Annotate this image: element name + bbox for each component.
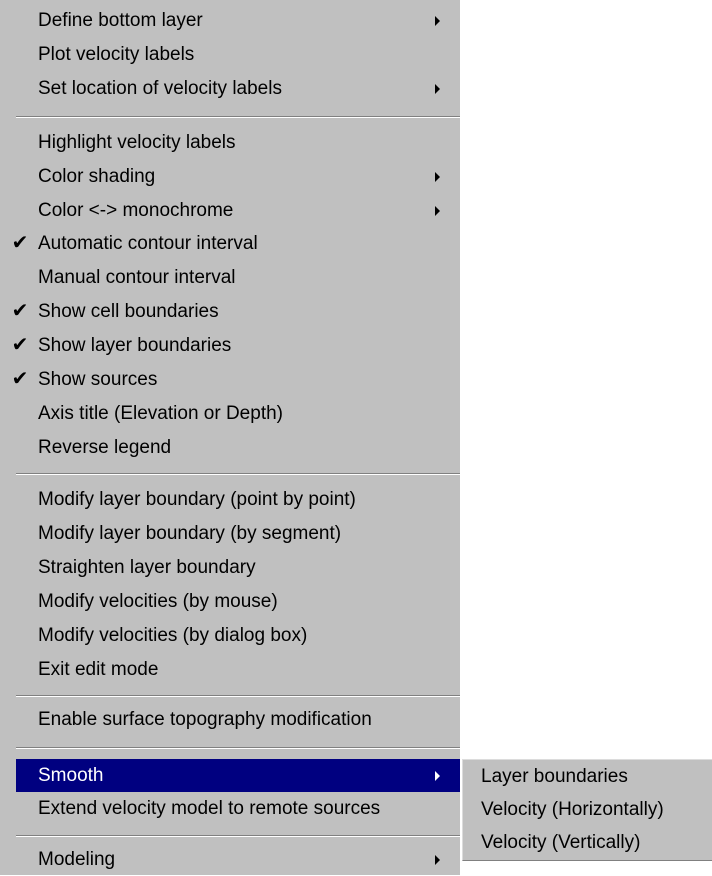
menu-item-modify-velocities-dialog[interactable]: Modify velocities (by dialog box)	[0, 619, 460, 652]
submenu-arrow-icon	[435, 206, 440, 216]
menu-item-set-location-velocity-labels[interactable]: Set location of velocity labels	[0, 72, 460, 105]
menu-item-modify-layer-boundary-point[interactable]: Modify layer boundary (point by point)	[0, 483, 460, 516]
menu-item-label: Modify velocities (by mouse)	[38, 591, 278, 612]
menu-item-label: Reverse legend	[38, 437, 172, 458]
smooth-submenu: Layer boundaries Velocity (Horizontally)…	[462, 759, 712, 861]
check-icon: ✔	[11, 232, 29, 254]
menu-item-label: Plot velocity labels	[38, 44, 195, 65]
menu-item-label: Smooth	[38, 765, 104, 786]
menu-item-label: Show sources	[38, 369, 158, 390]
menu-item-label: Define bottom layer	[38, 10, 203, 31]
menu-separator	[16, 473, 460, 475]
menu-item-label: Axis title (Elevation or Depth)	[38, 403, 283, 424]
menu-item-label: Set location of velocity labels	[38, 78, 282, 99]
menu-item-label: Modify layer boundary (point by point)	[38, 489, 356, 510]
submenu-arrow-icon	[435, 84, 440, 94]
menu-item-straighten-layer-boundary[interactable]: Straighten layer boundary	[0, 551, 460, 584]
menu-item-label: Straighten layer boundary	[38, 557, 256, 578]
menu-separator	[16, 695, 460, 697]
menu-item-label: Modify velocities (by dialog box)	[38, 625, 308, 646]
menu-item-label: Extend velocity model to remote sources	[38, 798, 381, 819]
submenu-item-label: Velocity (Vertically)	[481, 832, 641, 853]
check-icon: ✔	[11, 300, 29, 322]
submenu-arrow-icon	[435, 771, 440, 781]
check-icon: ✔	[11, 368, 29, 390]
submenu-item-layer-boundaries[interactable]: Layer boundaries	[463, 760, 711, 794]
menu-item-highlight-velocity-labels[interactable]: Highlight velocity labels	[0, 126, 460, 159]
menu-item-label: Modeling	[38, 849, 116, 870]
menu-item-reverse-legend[interactable]: Reverse legend	[0, 431, 460, 464]
menu-separator	[16, 835, 460, 837]
menu-item-label: Automatic contour interval	[38, 233, 258, 254]
menu-separator	[16, 116, 460, 118]
menu-item-label: Exit edit mode	[38, 659, 159, 680]
menu-item-show-layer-boundaries[interactable]: ✔ Show layer boundaries	[0, 329, 460, 362]
submenu-item-velocity-horizontally[interactable]: Velocity (Horizontally)	[463, 793, 711, 827]
menu-item-label: Highlight velocity labels	[38, 132, 236, 153]
menu-item-show-sources[interactable]: ✔ Show sources	[0, 363, 460, 396]
submenu-arrow-icon	[435, 855, 440, 865]
menu-item-color-monochrome[interactable]: Color <-> monochrome	[0, 194, 460, 227]
menu-item-enable-surface-topography[interactable]: Enable surface topography modification	[0, 703, 460, 736]
menu-item-plot-velocity-labels[interactable]: Plot velocity labels	[0, 38, 460, 71]
menu-item-label: Modify layer boundary (by segment)	[38, 523, 342, 544]
menu-item-color-shading[interactable]: Color shading	[0, 160, 460, 193]
submenu-arrow-icon	[435, 16, 440, 26]
submenu-arrow-icon	[435, 172, 440, 182]
menu-item-modeling[interactable]: Modeling	[0, 843, 460, 876]
menu-item-label: Show layer boundaries	[38, 335, 232, 356]
menu-item-label: Show cell boundaries	[38, 301, 219, 322]
menu-item-label: Color <-> monochrome	[38, 200, 234, 221]
menu-item-modify-velocities-mouse[interactable]: Modify velocities (by mouse)	[0, 585, 460, 618]
menu-item-axis-title[interactable]: Axis title (Elevation or Depth)	[0, 397, 460, 430]
menu-item-extend-velocity-model[interactable]: Extend velocity model to remote sources	[0, 792, 460, 825]
menu-separator	[16, 747, 460, 749]
submenu-item-label: Layer boundaries	[481, 766, 628, 787]
submenu-item-label: Velocity (Horizontally)	[481, 799, 664, 820]
menu-item-automatic-contour-interval[interactable]: ✔ Automatic contour interval	[0, 227, 460, 260]
context-menu: Define bottom layer Plot velocity labels…	[0, 0, 460, 875]
menu-item-label: Manual contour interval	[38, 267, 236, 288]
menu-item-modify-layer-boundary-segment[interactable]: Modify layer boundary (by segment)	[0, 517, 460, 550]
check-icon: ✔	[11, 334, 29, 356]
submenu-item-velocity-vertically[interactable]: Velocity (Vertically)	[463, 826, 711, 860]
menu-item-exit-edit-mode[interactable]: Exit edit mode	[0, 653, 460, 686]
menu-item-label: Color shading	[38, 166, 156, 187]
menu-item-smooth[interactable]: Smooth	[16, 759, 460, 792]
menu-item-manual-contour-interval[interactable]: Manual contour interval	[0, 261, 460, 294]
menu-item-label: Enable surface topography modification	[38, 709, 372, 730]
menu-item-define-bottom-layer[interactable]: Define bottom layer	[0, 4, 460, 37]
menu-item-show-cell-boundaries[interactable]: ✔ Show cell boundaries	[0, 295, 460, 328]
